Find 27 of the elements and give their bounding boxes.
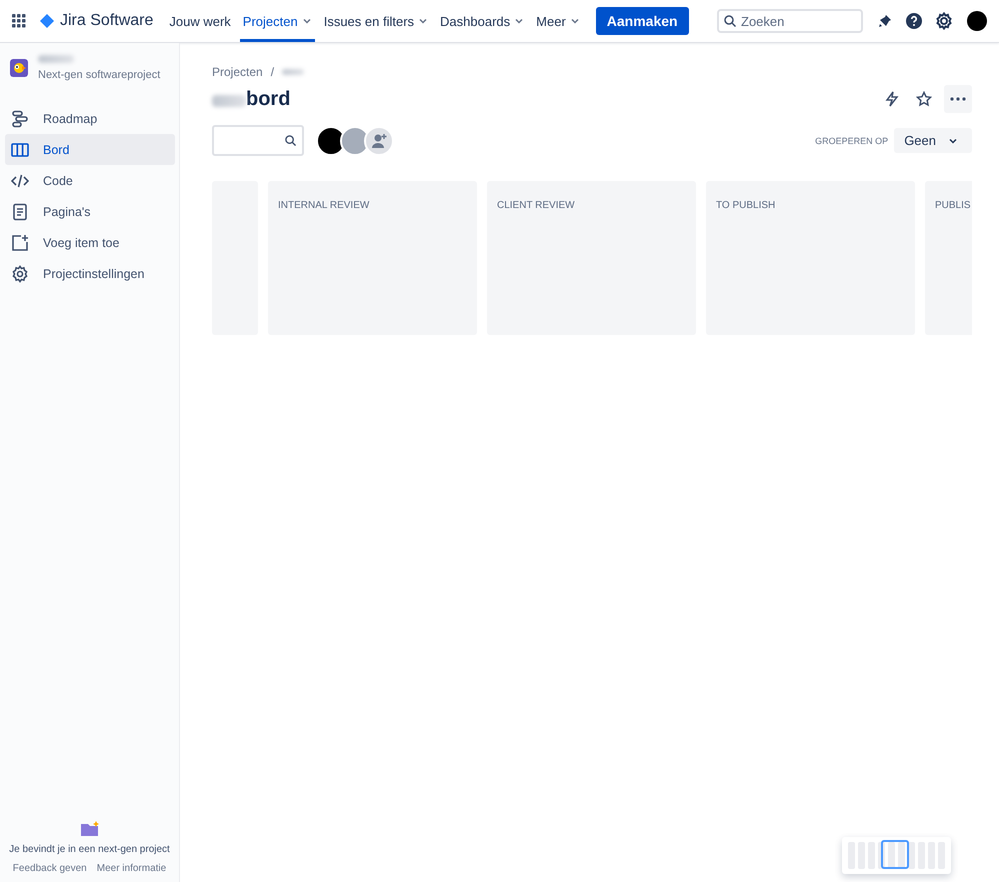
nav-tab[interactable]: Issues en filters xyxy=(320,0,432,42)
column-title: INTERNAL REVIEW xyxy=(278,200,370,211)
create-button[interactable]: Aanmaken xyxy=(596,7,689,35)
board-title: bord xyxy=(246,88,290,110)
breadcrumb-link[interactable]: Projecten xyxy=(212,65,263,79)
product-name[interactable]: Jira Software xyxy=(60,12,154,30)
footer-link[interactable]: Feedback geven xyxy=(12,863,87,874)
breadcrumb-separator: / xyxy=(270,65,274,79)
sidebar-item[interactable]: Roadmap xyxy=(5,103,175,134)
sidebar-item[interactable]: Projectinstellingen xyxy=(5,258,175,289)
footer-link[interactable]: Meer informatie xyxy=(96,863,166,874)
nav-tab[interactable]: Jouw werk xyxy=(166,0,234,42)
nav-tab[interactable]: Dashboards xyxy=(437,0,528,42)
project-message: Je bevindt je in een next-gen project xyxy=(9,844,170,855)
nav-tab[interactable]: Projecten xyxy=(240,0,315,42)
column-title: PUBLIS xyxy=(935,200,971,211)
nav-tab[interactable]: Meer xyxy=(533,0,583,42)
sidebar-item[interactable]: Voeg item toe xyxy=(5,227,175,258)
group-by-dropdown[interactable]: Geen xyxy=(894,128,972,153)
column-title: CLIENT REVIEW xyxy=(497,200,575,211)
group-by-label: GROEPEREN OP xyxy=(815,136,888,146)
project-type: Next-gen softwareproject xyxy=(38,69,160,81)
sidebar-item[interactable]: Pagina's xyxy=(5,196,175,227)
search-field[interactable]: Zoeken xyxy=(717,9,863,33)
column-title: TO PUBLISH xyxy=(716,200,776,211)
sidebar-item[interactable]: Bord xyxy=(5,134,175,165)
sidebar-item[interactable]: Code xyxy=(5,165,175,196)
